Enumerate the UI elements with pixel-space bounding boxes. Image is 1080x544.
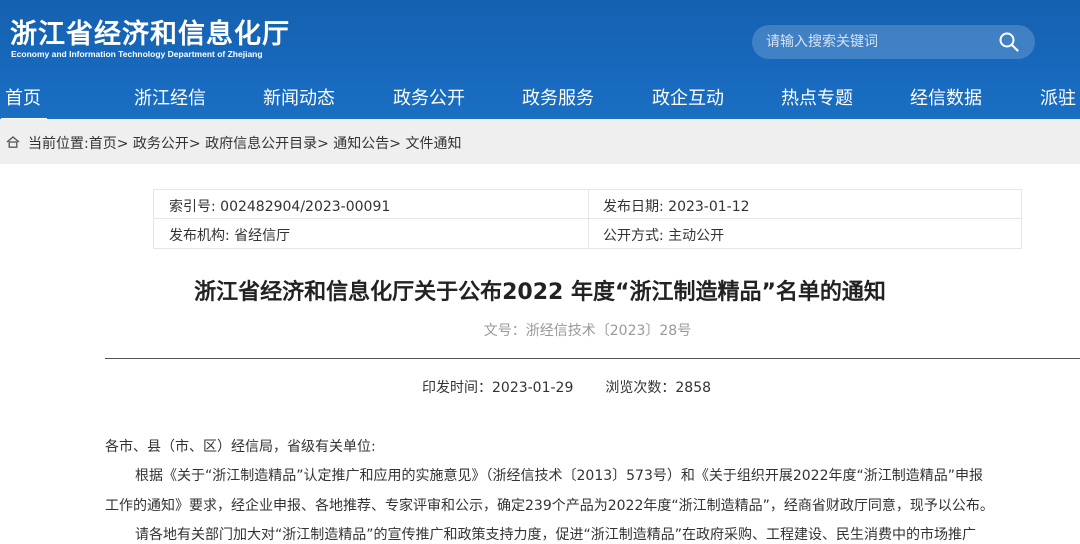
breadcrumb-item-gov-disclosure[interactable]: 政务公开 [133, 136, 189, 152]
nav-item-dispatched[interactable]: 派驻 [1040, 84, 1076, 110]
breadcrumb-item-file-notices[interactable]: 文件通知 [405, 136, 461, 152]
search-input[interactable] [766, 25, 996, 59]
nav-item-interaction[interactable]: 政企互动 [652, 84, 724, 110]
document-meta-table: 索引号: 002482904/2023-00091 发布日期: 2023-01-… [153, 189, 1022, 249]
document-number: 文号：浙经信技术〔2023〕28号 [483, 323, 692, 339]
body-paragraph: 请各地有关部门加大对“浙江制造精品”的宣传推广和政策支持力度，促进“浙江制造精品… [135, 527, 977, 543]
nav-item-gov-disclosure[interactable]: 政务公开 [393, 84, 465, 110]
nav-item-gov-services[interactable]: 政务服务 [522, 84, 594, 110]
breadcrumb-separator: > [188, 136, 201, 152]
breadcrumb-separator: > [389, 136, 402, 152]
breadcrumb-item-notices[interactable]: 通知公告 [333, 136, 389, 152]
nav-item-zhejiang-jingxin[interactable]: 浙江经信 [134, 84, 206, 110]
breadcrumb: 当前位置:首页> 政务公开> 政府信息公开目录> 通知公告> 文件通知 [28, 133, 461, 153]
breadcrumb-item-home[interactable]: 首页 [89, 136, 117, 152]
nav-item-home[interactable]: 首页 [1, 84, 47, 121]
search-box [752, 25, 1035, 59]
index-number: 索引号: 002482904/2023-00091 [169, 199, 391, 215]
body-paragraph: 工作的通知》要求，经企业申报、各地推荐、专家评审和公示，确定239个产品为202… [105, 498, 994, 514]
breadcrumb-bar: 当前位置:首页> 政务公开> 政府信息公开目录> 通知公告> 文件通知 [0, 119, 1080, 164]
publisher: 发布机构: 省经信厅 [169, 228, 291, 244]
publish-date: 发布日期: 2023-01-12 [603, 199, 750, 215]
site-title[interactable]: 浙江省经济和信息化厅 [10, 12, 290, 51]
nav-item-hot-topics[interactable]: 热点专题 [781, 84, 853, 110]
nav-item-news[interactable]: 新闻动态 [263, 84, 335, 110]
breadcrumb-item-catalog[interactable]: 政府信息公开目录 [205, 136, 317, 152]
breadcrumb-prefix: 当前位置: [28, 136, 89, 152]
document-info: 印发时间：2023-01-29 浏览次数：2858 [422, 377, 711, 397]
meta-divider [588, 190, 589, 248]
salutation: 各市、县（市、区）经信局，省级有关单位: [105, 439, 376, 455]
issue-time: 印发时间：2023-01-29 [422, 380, 574, 396]
nav-item-data[interactable]: 经信数据 [910, 84, 982, 110]
site-header: 浙江省经济和信息化厅 Economy and Information Techn… [0, 0, 1080, 121]
view-count: 浏览次数：2858 [605, 380, 712, 396]
document-title: 浙江省经济和信息化厅关于公布2022 年度“浙江制造精品”名单的通知 [194, 280, 886, 305]
body-paragraph: 根据《关于“浙江制造精品”认定推广和应用的实施意见》（浙经信技术〔2013〕57… [135, 468, 983, 484]
disclosure-method: 公开方式: 主动公开 [603, 228, 725, 244]
search-icon[interactable] [998, 31, 1020, 53]
breadcrumb-separator: > [116, 136, 129, 152]
title-divider [105, 358, 1080, 359]
main-nav: 首页 浙江经信 新闻动态 政务公开 政务服务 政企互动 热点专题 经信数据 派驻 [0, 76, 1080, 121]
site-subtitle: Economy and Information Technology Depar… [11, 49, 263, 59]
breadcrumb-separator: > [317, 136, 329, 152]
home-icon [6, 136, 20, 148]
